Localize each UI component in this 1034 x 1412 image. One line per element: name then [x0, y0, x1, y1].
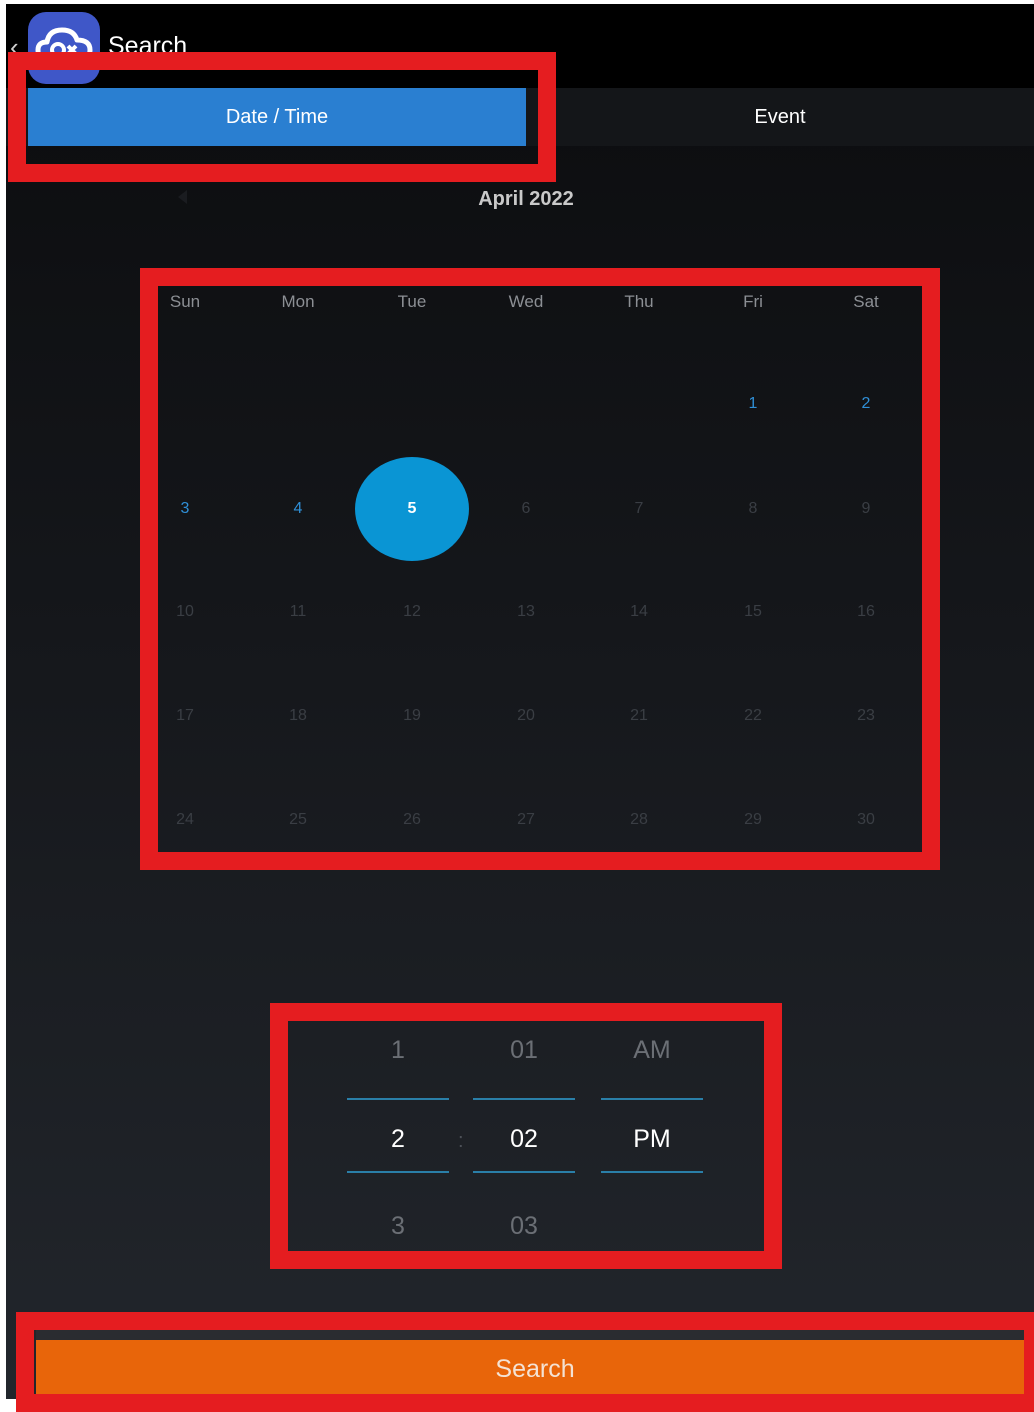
- calendar-day[interactable]: 3: [128, 498, 242, 520]
- period-divider-bottom: [601, 1171, 703, 1173]
- calendar-day[interactable]: 7: [582, 498, 696, 520]
- calendar-day[interactable]: 29: [696, 809, 810, 831]
- period-picker[interactable]: AM PM: [601, 1032, 703, 1252]
- weekday-label: Wed: [508, 292, 544, 311]
- calendar-day[interactable]: 23: [809, 705, 923, 727]
- weekday-label: Fri: [743, 292, 763, 311]
- calendar-day[interactable]: 4: [241, 498, 355, 520]
- minute-divider-bottom: [473, 1171, 575, 1173]
- search-button-top-edge: [36, 1330, 1034, 1340]
- calendar-day[interactable]: 22: [696, 705, 810, 727]
- hour-picker[interactable]: 1 2 3: [347, 1032, 449, 1252]
- calendar-day[interactable]: 21: [582, 705, 696, 727]
- search-button[interactable]: Search: [36, 1340, 1034, 1399]
- weekday-label: Mon: [281, 292, 315, 311]
- calendar-day[interactable]: 2: [809, 393, 923, 415]
- weekday-label: Sun: [169, 292, 201, 311]
- hour-selected[interactable]: 2: [347, 1125, 449, 1154]
- calendar-day[interactable]: 15: [696, 601, 810, 623]
- calendar-day[interactable]: 24: [128, 809, 242, 831]
- minute-selected[interactable]: 02: [473, 1125, 575, 1154]
- calendar-day[interactable]: 17: [128, 705, 242, 727]
- weekday-label: Tue: [397, 292, 427, 311]
- calendar-day[interactable]: 27: [469, 809, 583, 831]
- calendar-day[interactable]: 16: [809, 601, 923, 623]
- period-option-above[interactable]: AM: [601, 1036, 703, 1065]
- period-selected[interactable]: PM: [601, 1125, 703, 1154]
- calendar-day[interactable]: 30: [809, 809, 923, 831]
- hour-option-below[interactable]: 3: [347, 1212, 449, 1241]
- hour-divider-top: [347, 1098, 449, 1100]
- calendar-day-selected[interactable]: 5: [355, 498, 469, 520]
- calendar-day[interactable]: 14: [582, 601, 696, 623]
- calendar-day[interactable]: 13: [469, 601, 583, 623]
- calendar-day[interactable]: 10: [128, 601, 242, 623]
- calendar-day[interactable]: 12: [355, 601, 469, 623]
- calendar-day[interactable]: 19: [355, 705, 469, 727]
- hour-divider-bottom: [347, 1171, 449, 1173]
- weekday-label: Thu: [624, 292, 654, 311]
- minute-picker[interactable]: 01 02 03: [473, 1032, 575, 1252]
- minute-option-below[interactable]: 03: [473, 1212, 575, 1241]
- minute-divider-top: [473, 1098, 575, 1100]
- minute-option-above[interactable]: 01: [473, 1036, 575, 1065]
- calendar-day[interactable]: 28: [582, 809, 696, 831]
- period-divider-top: [601, 1098, 703, 1100]
- calendar-day[interactable]: 11: [241, 601, 355, 623]
- time-separator: :: [458, 1130, 464, 1152]
- calendar-day[interactable]: 1: [696, 393, 810, 415]
- app-screen: ‹ Search Date / Time Event April 2022 Su…: [6, 4, 1034, 1399]
- calendar-day[interactable]: 6: [469, 498, 583, 520]
- weekday-label: Sat: [853, 292, 879, 311]
- hour-option-above[interactable]: 1: [347, 1036, 449, 1065]
- calendar-day[interactable]: 9: [809, 498, 923, 520]
- calendar-day[interactable]: 18: [241, 705, 355, 727]
- calendar-day[interactable]: 25: [241, 809, 355, 831]
- calendar-day[interactable]: 8: [696, 498, 810, 520]
- calendar-day[interactable]: 20: [469, 705, 583, 727]
- calendar-day[interactable]: 26: [355, 809, 469, 831]
